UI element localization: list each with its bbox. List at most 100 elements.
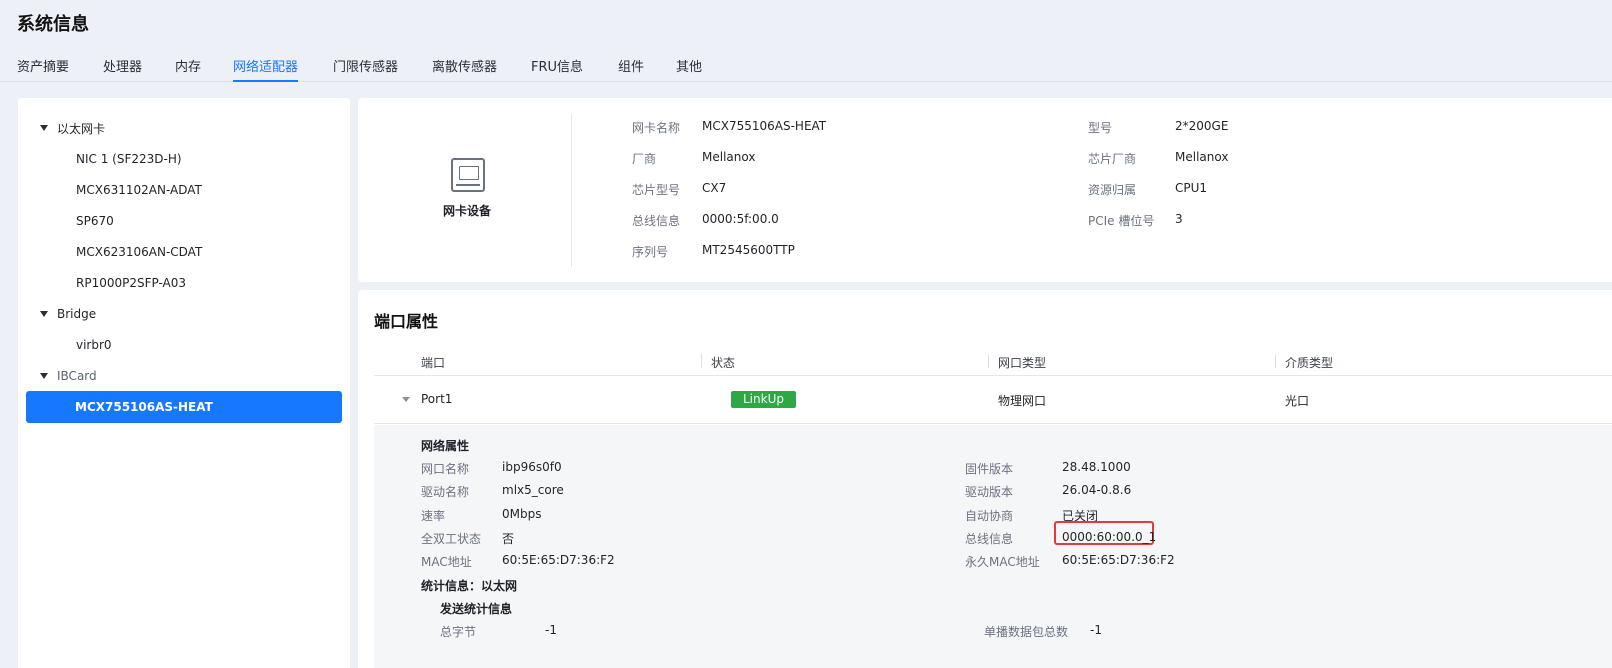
tree-group-ethernet[interactable]: 以太网卡	[18, 112, 350, 144]
detail-label: 单播数据包总数	[984, 625, 1069, 639]
tree-item[interactable]: SP670	[18, 205, 350, 237]
detail-label: 自动协商	[965, 509, 1014, 523]
column-separator	[1275, 354, 1276, 368]
field-label: PCIe 槽位号	[1088, 214, 1155, 228]
detail-label: 总线信息	[965, 532, 1014, 546]
tab-processor[interactable]: 处理器	[103, 56, 142, 82]
network-card-icon	[451, 158, 485, 192]
field-label: 总线信息	[632, 214, 681, 228]
caret-down-icon[interactable]	[40, 311, 48, 317]
tree-group-bridge[interactable]: Bridge	[18, 298, 350, 330]
detail-label: 速率	[421, 509, 446, 523]
column-header-status: 状态	[711, 356, 736, 370]
table-header: 端口 状态 网口类型 介质类型	[374, 346, 1612, 376]
detail-value: 0Mbps	[502, 507, 542, 521]
field-label: 型号	[1088, 121, 1113, 135]
tree-item[interactable]: NIC 1 (SF223D-H)	[18, 143, 350, 175]
detail-value: mlx5_core	[502, 483, 564, 497]
adapter-tree: 以太网卡 NIC 1 (SF223D-H) MCX631102AN-ADAT S…	[18, 98, 350, 668]
detail-value: -1	[1090, 623, 1102, 637]
media-type: 光口	[1285, 394, 1310, 408]
column-header-type: 网口类型	[998, 356, 1047, 370]
field-value: Mellanox	[702, 150, 756, 164]
detail-value: 60:5E:65:D7:36:F2	[502, 553, 615, 567]
status-badge: LinkUp	[731, 391, 796, 408]
field-value: MCX755106AS-HEAT	[702, 119, 827, 133]
tab-components[interactable]: 组件	[618, 56, 644, 82]
field-value: 3	[1175, 212, 1183, 226]
tree-item-selected[interactable]: MCX755106AS-HEAT	[26, 391, 342, 423]
port-type: 物理网口	[998, 394, 1047, 408]
port-detail-panel: 网络属性 网口名称 ibp96s0f0 驱动名称 mlx5_core 速率 0M…	[374, 425, 1612, 668]
tree-item[interactable]: RP1000P2SFP-A03	[18, 267, 350, 299]
tree-item-label: MCX631102AN-ADAT	[76, 183, 202, 197]
tree-item-label: NIC 1 (SF223D-H)	[76, 152, 182, 166]
caret-down-icon[interactable]	[40, 373, 48, 379]
tree-item[interactable]: MCX623106AN-CDAT	[18, 236, 350, 268]
tree-group-label: IBCard	[57, 369, 97, 383]
detail-value: 60:5E:65:D7:36:F2	[1062, 553, 1175, 567]
caret-down-icon[interactable]	[40, 125, 48, 131]
tree-group-label: Bridge	[57, 307, 97, 321]
tree-group-ibcard[interactable]: IBCard	[18, 360, 350, 392]
tree-item-label: SP670	[76, 214, 114, 228]
tree-item-label: virbr0	[76, 338, 112, 352]
column-header-port: 端口	[421, 356, 446, 370]
detail-label: MAC地址	[421, 555, 472, 569]
detail-label: 总字节	[440, 625, 477, 639]
tree-item[interactable]: MCX631102AN-ADAT	[18, 174, 350, 206]
detail-label: 全双工状态	[421, 532, 482, 546]
divider	[571, 114, 572, 267]
field-label: 芯片厂商	[1088, 152, 1137, 166]
tree-item[interactable]: virbr0	[18, 329, 350, 361]
field-label: 资源归属	[1088, 183, 1137, 197]
detail-value: 28.48.1000	[1062, 460, 1131, 474]
field-value: CX7	[702, 181, 727, 195]
expand-caret-icon[interactable]	[402, 397, 410, 402]
tab-fru-info[interactable]: FRU信息	[531, 56, 583, 82]
column-separator	[988, 354, 989, 368]
tree-item-label: MCX623106AN-CDAT	[76, 245, 203, 259]
device-info-card: 网卡设备 网卡名称 MCX755106AS-HEAT 厂商 Mellanox 芯…	[358, 98, 1612, 282]
detail-value: ibp96s0f0	[502, 460, 562, 474]
page-title: 系统信息	[17, 14, 89, 35]
detail-value: 否	[502, 532, 515, 546]
detail-value: 26.04-0.8.6	[1062, 483, 1132, 497]
device-label: 网卡设备	[443, 204, 492, 218]
field-label: 网卡名称	[632, 121, 681, 135]
tab-threshold-sensor[interactable]: 门限传感器	[333, 56, 398, 82]
tab-network-adapter[interactable]: 网络适配器	[233, 56, 299, 82]
detail-label: 驱动名称	[421, 485, 470, 499]
section-title: 端口属性	[374, 312, 439, 331]
field-label: 芯片型号	[632, 183, 681, 197]
tree-item-label: MCX755106AS-HEAT	[75, 400, 213, 414]
stats-title: 统计信息：以太网	[421, 579, 518, 593]
field-value: MT2545600TTP	[702, 243, 795, 257]
field-value: CPU1	[1175, 181, 1208, 195]
tab-asset-summary[interactable]: 资产摘要	[17, 56, 69, 82]
detail-label: 驱动版本	[965, 485, 1014, 499]
column-header-media: 介质类型	[1285, 356, 1334, 370]
field-label: 序列号	[632, 245, 669, 259]
detail-value: 0000:60:00.0_1	[1062, 530, 1157, 544]
field-value: 0000:5f:00.0	[702, 212, 779, 226]
tree-item-label: RP1000P2SFP-A03	[76, 276, 187, 290]
field-value: Mellanox	[1175, 150, 1229, 164]
detail-value: -1	[545, 623, 557, 637]
tx-stats-title: 发送统计信息	[440, 602, 513, 616]
detail-label: 网口名称	[421, 462, 470, 476]
tab-bar: 资产摘要 处理器 内存 网络适配器 门限传感器 离散传感器 FRU信息 组件 其…	[0, 52, 1612, 82]
network-properties-title: 网络属性	[421, 439, 470, 453]
tab-memory[interactable]: 内存	[175, 56, 201, 82]
detail-label: 固件版本	[965, 462, 1014, 476]
column-separator	[701, 354, 702, 368]
field-value: 2*200GE	[1175, 119, 1229, 133]
detail-label: 永久MAC地址	[965, 555, 1040, 569]
port-properties-card: 端口属性 端口 状态 网口类型 介质类型 Port1 LinkUp 物理网口 光…	[358, 290, 1612, 668]
tab-discrete-sensor[interactable]: 离散传感器	[432, 56, 497, 82]
port-name: Port1	[421, 392, 453, 406]
tab-other[interactable]: 其他	[676, 56, 702, 82]
tree-group-label: 以太网卡	[57, 121, 106, 136]
table-row[interactable]: Port1 LinkUp 物理网口 光口	[374, 376, 1612, 424]
field-label: 厂商	[632, 152, 657, 166]
